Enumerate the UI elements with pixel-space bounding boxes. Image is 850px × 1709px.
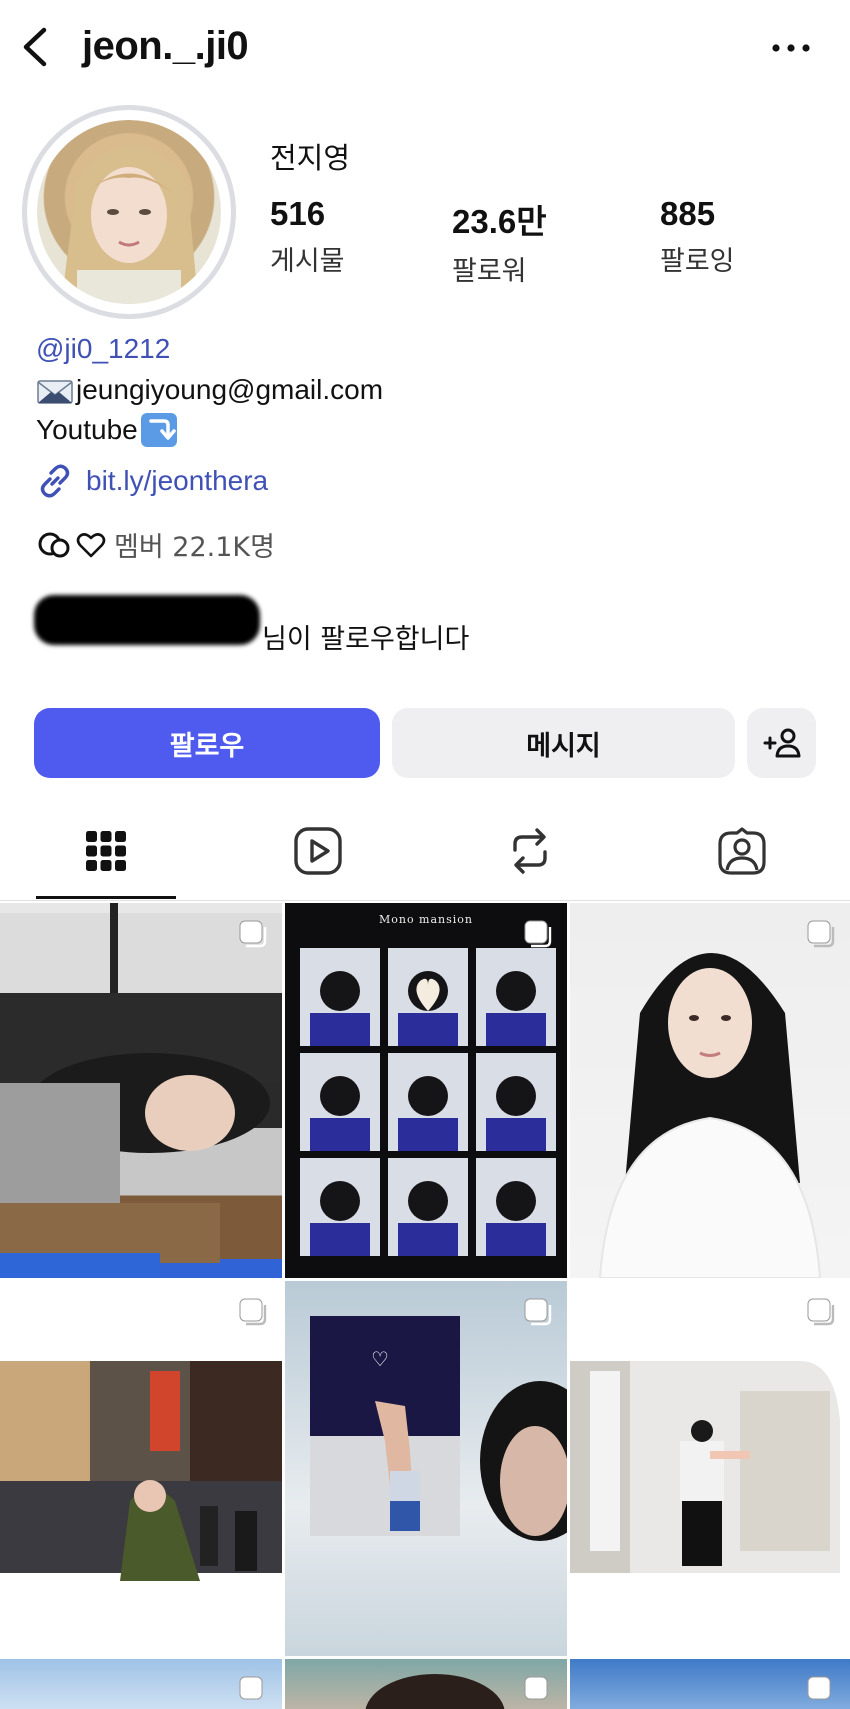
arrow-down-right-icon: [140, 413, 177, 447]
followed-by-text[interactable]: 님이 팔로우합니다: [262, 617, 469, 656]
stat-posts[interactable]: 516 게시물: [270, 195, 345, 278]
heart-icon: [76, 532, 106, 557]
profile-username: jeon._.ji0: [82, 24, 249, 68]
grid-post-6[interactable]: [570, 1281, 850, 1656]
reels-icon: [294, 827, 342, 875]
stat-posts-label: 게시물: [270, 246, 345, 277]
tagged-person-icon: [718, 827, 766, 875]
bio-email: jeungiyoung@gmail.com: [36, 373, 383, 407]
grid-post-1[interactable]: [0, 903, 282, 1278]
multi-post-icon: [239, 1676, 263, 1700]
threads-icon: [38, 532, 70, 557]
post-5-caption: ♡: [371, 1349, 389, 1371]
bio-link-text: bit.ly/jeonthera: [86, 465, 269, 496]
follow-button[interactable]: 팔로우: [34, 708, 380, 778]
post-5-image: [310, 1316, 567, 1541]
post-4-image: [0, 1361, 282, 1581]
stat-followers-label: 팔로워: [452, 256, 527, 287]
post-2-image: [300, 948, 556, 1256]
tab-posts-grid[interactable]: [0, 800, 212, 902]
post-3-image: [598, 953, 822, 1278]
message-button[interactable]: 메시지: [392, 708, 735, 778]
redacted-follower-names: [34, 595, 260, 645]
grid-post-7[interactable]: [0, 1659, 282, 1709]
bio-youtube: Youtube: [36, 412, 178, 448]
tab-reels[interactable]: [212, 800, 424, 902]
stat-posts-count: 516: [270, 195, 326, 232]
multi-post-icon: [524, 1676, 548, 1700]
tab-tagged[interactable]: [636, 800, 848, 902]
link-icon: [40, 464, 70, 498]
post-1-image: [0, 903, 282, 1278]
profile-avatar[interactable]: [22, 105, 236, 319]
multi-post-icon: [807, 1676, 831, 1700]
stat-followers[interactable]: 23.6만 팔로워: [452, 195, 547, 288]
bio-handle-link[interactable]: @ji0_1212: [36, 333, 170, 365]
stat-followers-count: 23.6만: [452, 203, 547, 240]
members-count: 멤버 22.1K명: [114, 532, 275, 563]
stat-following-count: 885: [660, 195, 716, 232]
grid-icon: [86, 831, 126, 871]
multi-post-icon: [239, 1298, 267, 1326]
avatar-image: [37, 120, 221, 304]
grid-post-4[interactable]: [0, 1281, 282, 1656]
repost-icon: [513, 828, 547, 874]
tab-reposts[interactable]: [424, 800, 636, 902]
multi-post-icon: [807, 1298, 835, 1326]
profile-display-name: 전지영: [270, 141, 351, 175]
threads-members[interactable]: 멤버 22.1K명: [36, 525, 275, 564]
grid-post-2[interactable]: Mono mansion: [285, 903, 567, 1278]
grid-post-3[interactable]: [570, 903, 850, 1278]
stat-following-label: 팔로잉: [660, 246, 735, 277]
active-tab-indicator: [36, 896, 176, 899]
envelope-icon: [37, 380, 73, 404]
multi-post-icon: [524, 920, 552, 948]
grid-post-9[interactable]: [570, 1659, 850, 1709]
grid-post-8[interactable]: [285, 1659, 567, 1709]
add-user-icon: [763, 728, 800, 758]
bio-email-text: jeungiyoung@gmail.com: [76, 374, 384, 405]
tabs-divider: [0, 900, 850, 901]
suggest-users-button[interactable]: [747, 708, 816, 778]
grid-post-5[interactable]: ♡: [285, 1281, 567, 1656]
profile-tabs: [0, 800, 850, 902]
multi-post-icon: [524, 1298, 552, 1326]
post-6-image: [570, 1361, 840, 1573]
multi-post-icon: [807, 920, 835, 948]
bio-youtube-text: Youtube: [36, 414, 138, 445]
back-arrow-icon[interactable]: [18, 24, 54, 70]
more-options-icon[interactable]: [768, 36, 814, 60]
top-bar: jeon._.ji0: [0, 0, 850, 100]
stat-following[interactable]: 885 팔로잉: [660, 195, 735, 278]
bio-external-link[interactable]: bit.ly/jeonthera: [36, 462, 268, 500]
multi-post-icon: [239, 920, 267, 948]
